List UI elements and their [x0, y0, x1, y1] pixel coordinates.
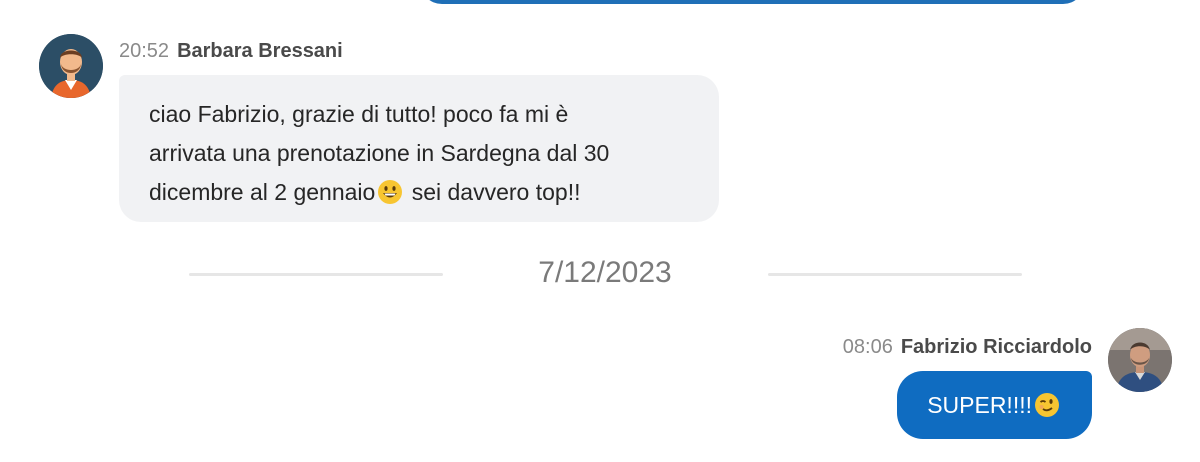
grinning-face-emoji-icon — [378, 180, 403, 204]
avatar-photo-icon — [1108, 328, 1172, 392]
previous-message-bubble[interactable] — [420, 0, 1085, 4]
message-time: 20:52 — [119, 40, 170, 62]
date-divider-line — [189, 273, 443, 276]
message-text: dicembre al 2 gennaio — [149, 179, 376, 205]
sender-name[interactable]: Barbara Bressani — [177, 40, 343, 62]
sender-name[interactable]: Fabrizio Ricciardolo — [901, 336, 1092, 358]
message-meta: 08:06 Fabrizio Ricciardolo — [843, 336, 1092, 359]
avatar-barbara-bressani[interactable] — [39, 34, 103, 98]
outgoing-message-bubble[interactable]: SUPER!!!! — [897, 371, 1092, 439]
chat-thread: 20:52 Barbara Bressani ciao Fabrizio, gra… — [0, 0, 1200, 462]
date-divider-label: 7/12/2023 — [538, 256, 672, 289]
avatar-fabrizio-ricciardolo[interactable] — [1108, 328, 1172, 392]
message-time: 08:06 — [842, 336, 893, 358]
message-line: dicembre al 2 gennaio sei davvero top!! — [149, 173, 689, 212]
message-line: ciao Fabrizio, grazie di tutto! poco fa … — [149, 101, 569, 127]
date-divider-line — [768, 273, 1022, 276]
message-text: sei davvero top!! — [405, 179, 581, 205]
winking-face-emoji-icon — [1035, 393, 1059, 417]
message-line: arrivata una prenotazione in Sardegna da… — [149, 140, 610, 166]
avatar-illustration-icon — [39, 34, 103, 98]
message-text: SUPER!!!! — [927, 391, 1032, 418]
incoming-message-bubble[interactable]: ciao Fabrizio, grazie di tutto! poco fa … — [119, 75, 719, 222]
message-meta: 20:52 Barbara Bressani — [119, 40, 343, 63]
